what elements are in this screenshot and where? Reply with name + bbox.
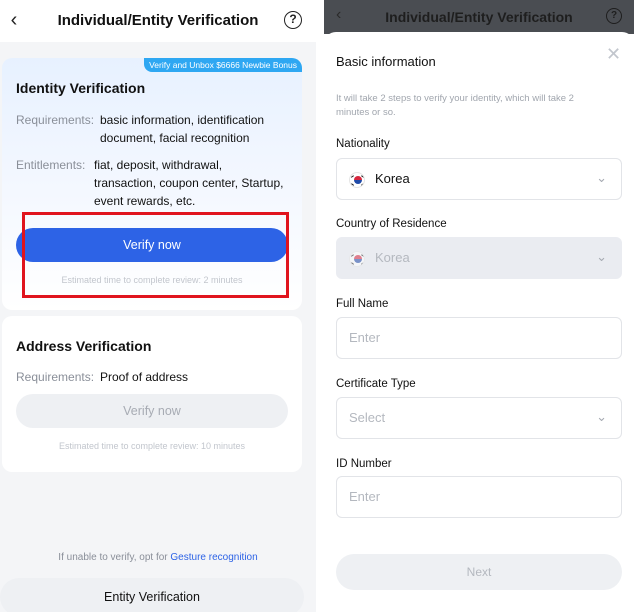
entitlements-label: Entitlements: <box>16 158 86 172</box>
korea-flag-icon <box>349 251 365 267</box>
nationality-label: Nationality <box>336 138 390 150</box>
fullname-input[interactable]: Enter <box>336 317 622 359</box>
entitlements-value-line3: event rewards, etc. <box>94 194 196 208</box>
dimmed-top-bar: ‹ Individual/Entity Verification ? <box>324 0 634 34</box>
chevron-down-icon: ⌄ <box>596 249 607 264</box>
sheet-title: Basic information <box>336 54 436 69</box>
question-circle-icon: ? <box>606 8 622 24</box>
newbie-bonus-badge: Verify and Unbox $6666 Newbie Bonus <box>144 58 302 72</box>
nationality-select[interactable]: Korea ⌄ <box>336 158 622 200</box>
entitlements-value-line1: fiat, deposit, withdrawal, <box>94 158 223 172</box>
close-icon[interactable]: ✕ <box>606 44 621 65</box>
address-verification-card: Address Verification Requirements: Proof… <box>2 316 302 472</box>
address-requirements-value: Proof of address <box>100 370 189 384</box>
address-requirements-label: Requirements: <box>16 370 95 384</box>
fullname-label: Full Name <box>336 298 389 310</box>
basic-information-sheet: ✕ Basic information It will take 2 steps… <box>324 32 634 612</box>
next-button[interactable]: Next <box>336 554 622 590</box>
residence-select: Korea ⌄ <box>336 237 622 279</box>
page-title: Individual/Entity Verification <box>57 12 259 29</box>
certificate-type-placeholder: Select <box>349 410 386 425</box>
sheet-description: It will take 2 steps to verify your iden… <box>336 93 574 118</box>
requirements-value-line2: document, facial recognition <box>100 131 250 145</box>
address-verification-title: Address Verification <box>16 338 152 354</box>
address-estimate-text: Estimated time to complete review: 10 mi… <box>58 441 246 451</box>
right-screen: ‹ Individual/Entity Verification ? ✕ Bas… <box>324 0 634 612</box>
gesture-hint-text: If unable to verify, opt for <box>58 552 168 563</box>
gesture-recognition-link[interactable]: Gesture recognition <box>170 552 257 563</box>
certificate-type-label: Certificate Type <box>336 378 416 390</box>
gesture-recognition-hint: If unable to verify, opt for Gesture rec… <box>0 552 316 563</box>
highlight-box <box>22 212 289 298</box>
entity-verification-button[interactable]: Entity Verification <box>0 578 304 612</box>
korea-flag-icon <box>349 172 365 188</box>
requirements-label: Requirements: <box>16 113 95 127</box>
certificate-type-select[interactable]: Select ⌄ <box>336 397 622 439</box>
chevron-down-icon: ⌄ <box>596 170 607 185</box>
residence-label: Country of Residence <box>336 218 447 230</box>
fullname-placeholder: Enter <box>349 330 381 345</box>
top-bar: ‹ Individual/Entity Verification ? <box>0 0 316 42</box>
question-circle-icon[interactable]: ? <box>284 11 302 29</box>
left-screen: ‹ Individual/Entity Verification ? Verif… <box>0 0 316 612</box>
page-title: Individual/Entity Verification <box>385 9 573 25</box>
nationality-value: Korea <box>375 171 410 186</box>
residence-value: Korea <box>375 250 410 265</box>
identity-verification-title: Identity Verification <box>16 80 146 96</box>
id-number-input[interactable]: Enter <box>336 476 622 518</box>
id-number-label: ID Number <box>336 458 392 470</box>
address-verify-now-button[interactable]: Verify now <box>16 394 288 428</box>
id-number-placeholder: Enter <box>349 489 381 504</box>
entitlements-value-line2: transaction, coupon center, Startup, <box>94 176 284 190</box>
requirements-value-line1: basic information, identification <box>100 113 265 127</box>
chevron-down-icon: ⌄ <box>596 409 607 424</box>
